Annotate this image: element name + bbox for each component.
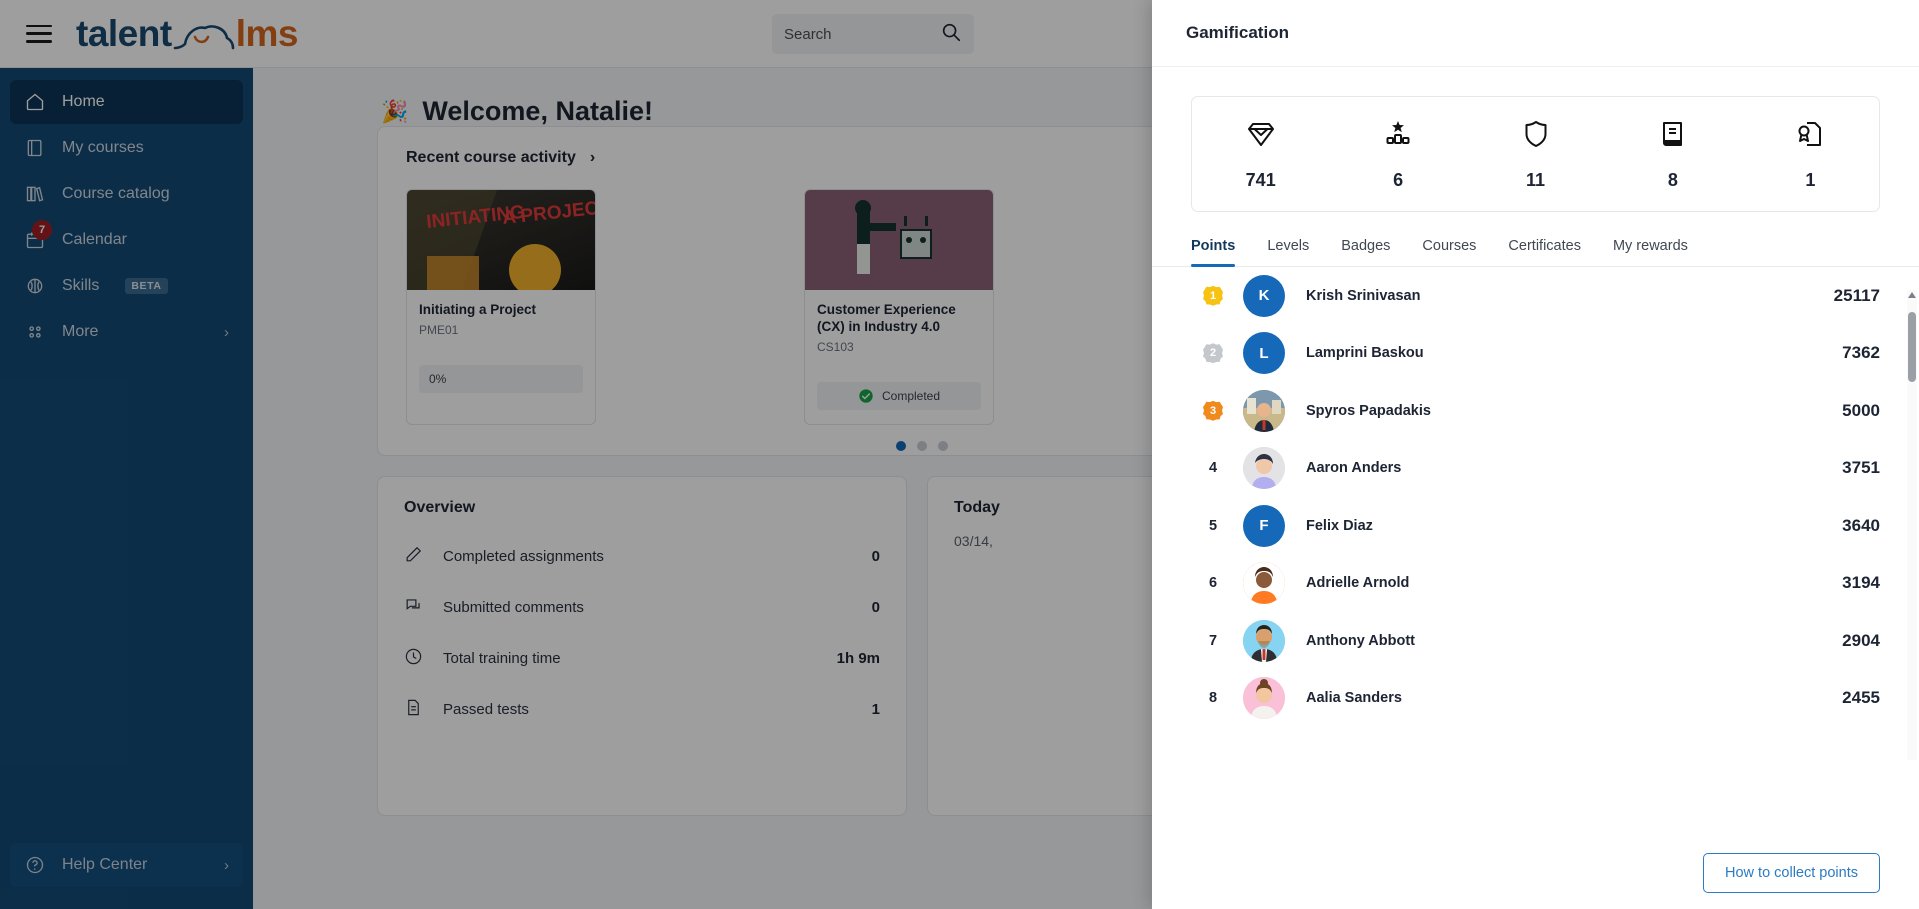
tab-certificates[interactable]: Certificates — [1492, 238, 1597, 266]
rank-number: 6 — [1191, 575, 1235, 591]
panel-tabs: Points Levels Badges Courses Certificate… — [1152, 238, 1919, 267]
leaderboard-user-name: Krish Srinivasan — [1306, 288, 1834, 304]
avatar — [1243, 620, 1285, 662]
leaderboard-row[interactable]: 3 Spyros Papadakis5000 — [1191, 382, 1880, 440]
rank-number: 7 — [1191, 633, 1235, 649]
leaderboard-user-name: Adrielle Arnold — [1306, 575, 1842, 591]
leaderboard-user-name: Lamprini Baskou — [1306, 345, 1842, 361]
leaderboard-points: 2455 — [1842, 688, 1880, 708]
leaderboard-points: 7362 — [1842, 343, 1880, 363]
how-to-collect-points-button[interactable]: How to collect points — [1703, 853, 1880, 893]
diamond-icon — [1245, 118, 1277, 155]
stat-points[interactable]: 741 — [1192, 118, 1329, 191]
panel-title: Gamification — [1186, 23, 1289, 43]
tab-my-rewards[interactable]: My rewards — [1597, 238, 1704, 266]
leaderboard-points: 3640 — [1842, 516, 1880, 536]
rank-number: 8 — [1191, 690, 1235, 706]
stat-value: 11 — [1526, 170, 1545, 191]
tab-courses[interactable]: Courses — [1406, 238, 1492, 266]
stats-section: 741 6 — [1152, 67, 1919, 212]
medal-badge-icon: 2 — [1203, 343, 1223, 363]
medal-badge-icon: 3 — [1203, 401, 1223, 421]
leaderboard-row[interactable]: 5F Felix Diaz3640 — [1191, 497, 1880, 555]
avatar: K — [1243, 275, 1285, 317]
stat-value: 6 — [1393, 170, 1403, 191]
stat-value: 741 — [1246, 170, 1276, 191]
leaderboard-list[interactable]: 1K Krish Srinivasan25117 2L Lamprini Baskou… — [1152, 267, 1919, 837]
panel-footer: How to collect points — [1152, 837, 1919, 909]
podium-star-icon — [1382, 118, 1414, 155]
leaderboard-row[interactable]: 6 Adrielle Arnold3194 — [1191, 555, 1880, 613]
tab-levels[interactable]: Levels — [1251, 238, 1325, 266]
leaderboard-user-name: Aaron Anders — [1306, 460, 1842, 476]
stat-courses[interactable]: 8 — [1604, 118, 1741, 191]
stats-summary-box: 741 6 — [1191, 96, 1880, 212]
medal-badge-icon: 1 — [1203, 286, 1223, 306]
leaderboard-points: 2904 — [1842, 631, 1880, 651]
tab-points[interactable]: Points — [1191, 238, 1251, 266]
stat-value: 8 — [1668, 170, 1678, 191]
app-root: talent lms Search — [0, 0, 1919, 909]
stat-value: 1 — [1805, 170, 1815, 191]
gamification-panel: Gamification 741 — [1152, 0, 1919, 909]
leaderboard-user-name: Aalia Sanders — [1306, 690, 1842, 706]
leaderboard-points: 3194 — [1842, 573, 1880, 593]
avatar: L — [1243, 332, 1285, 374]
avatar — [1243, 562, 1285, 604]
avatar: F — [1243, 505, 1285, 547]
leaderboard-row[interactable]: 1K Krish Srinivasan25117 — [1191, 267, 1880, 325]
shield-icon — [1520, 118, 1552, 155]
leaderboard-row[interactable]: 4 Aaron Anders3751 — [1191, 440, 1880, 498]
leaderboard-points: 3751 — [1842, 458, 1880, 478]
rank-medal-silver: 2 — [1191, 343, 1235, 363]
leaderboard-row[interactable]: 2L Lamprini Baskou7362 — [1191, 325, 1880, 383]
rank-number: 5 — [1191, 518, 1235, 534]
certificate-icon — [1794, 118, 1826, 155]
rank-number: 4 — [1191, 460, 1235, 476]
rank-medal-bronze: 3 — [1191, 401, 1235, 421]
leaderboard-row[interactable]: 7 Anthony Abbott2904 — [1191, 612, 1880, 670]
leaderboard-points: 25117 — [1834, 286, 1880, 306]
avatar — [1243, 390, 1285, 432]
panel-scrollbar[interactable] — [1907, 290, 1917, 760]
scroll-up-arrow-icon[interactable] — [1908, 292, 1916, 298]
scrollbar-thumb[interactable] — [1908, 312, 1916, 382]
leaderboard-user-name: Spyros Papadakis — [1306, 403, 1842, 419]
stat-levels[interactable]: 6 — [1329, 118, 1466, 191]
leaderboard-user-name: Anthony Abbott — [1306, 633, 1842, 649]
rank-medal-gold: 1 — [1191, 286, 1235, 306]
stat-badges[interactable]: 11 — [1467, 118, 1604, 191]
avatar — [1243, 447, 1285, 489]
avatar — [1243, 677, 1285, 719]
leaderboard-points: 5000 — [1842, 401, 1880, 421]
book-closed-icon — [1657, 118, 1689, 155]
panel-header: Gamification — [1152, 0, 1919, 67]
tab-badges[interactable]: Badges — [1325, 238, 1406, 266]
leaderboard-row[interactable]: 8 Aalia Sanders2455 — [1191, 670, 1880, 728]
leaderboard-user-name: Felix Diaz — [1306, 518, 1842, 534]
stat-certificates[interactable]: 1 — [1742, 118, 1879, 191]
